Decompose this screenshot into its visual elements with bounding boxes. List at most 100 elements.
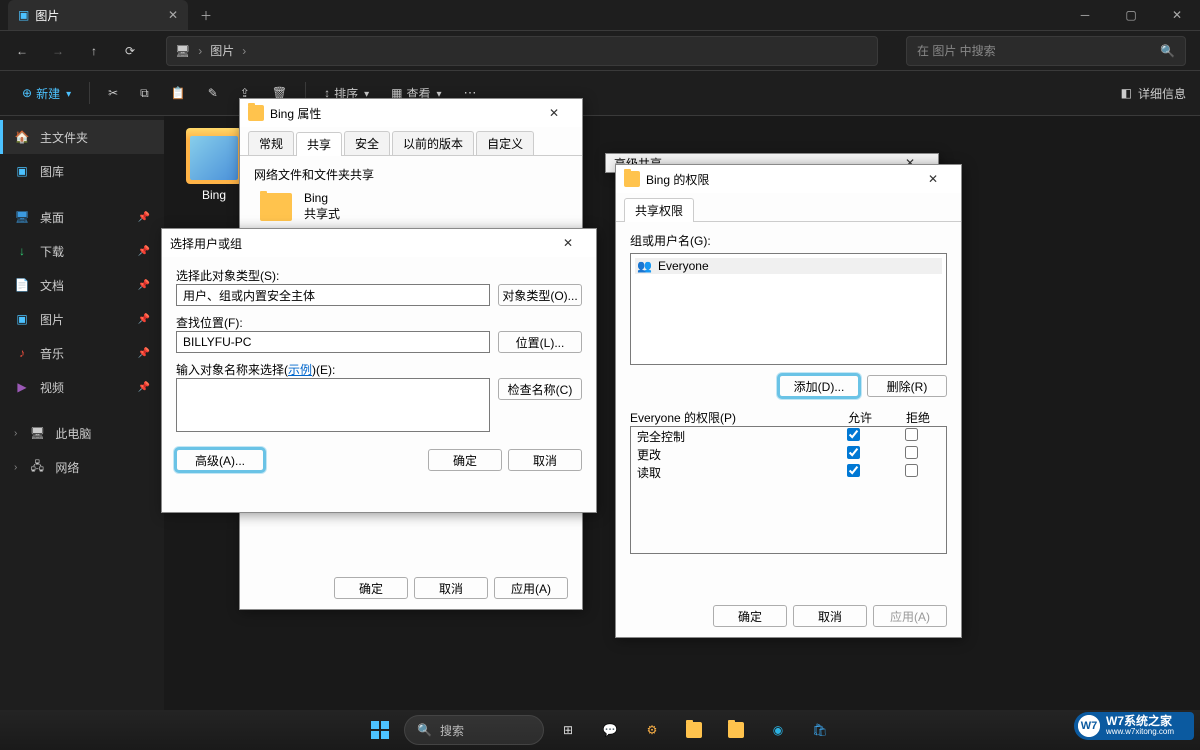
pictures-icon: ▣ xyxy=(18,8,29,22)
cancel-button[interactable]: 取消 xyxy=(508,449,582,471)
taskbar-store[interactable]: 🛍 xyxy=(802,712,838,748)
pc-icon: 🖥 xyxy=(175,44,190,58)
permission-row: 更改 xyxy=(631,445,946,463)
pin-icon: 📌 xyxy=(138,212,150,223)
tab-general[interactable]: 常规 xyxy=(248,131,294,155)
object-names-input[interactable] xyxy=(176,378,490,432)
sidebar-item-music[interactable]: ♪音乐📌 xyxy=(0,336,164,370)
location-label: 查找位置(F): xyxy=(176,316,243,330)
sidebar-item-thispc[interactable]: ›🖥此电脑 xyxy=(0,416,164,450)
close-button[interactable]: ✕ xyxy=(1154,0,1200,30)
breadcrumb-segment[interactable]: 图片 xyxy=(210,42,234,59)
object-types-button[interactable]: 对象类型(O)... xyxy=(498,284,582,306)
advanced-button[interactable]: 高级(A)... xyxy=(176,449,264,471)
tab-close-icon[interactable]: ✕ xyxy=(168,8,178,22)
copy-button[interactable]: ⧉ xyxy=(132,80,157,107)
object-type-field[interactable] xyxy=(176,284,490,306)
taskbar-app[interactable]: 💬 xyxy=(592,712,628,748)
taskbar-edge[interactable]: ◉ xyxy=(760,712,796,748)
taskbar-app[interactable] xyxy=(718,712,754,748)
up-button[interactable]: ↑ xyxy=(86,44,102,58)
pin-icon: 📌 xyxy=(138,314,150,325)
tab-sharing[interactable]: 共享 xyxy=(296,132,342,156)
close-icon[interactable]: ✕ xyxy=(913,165,953,193)
allow-checkbox[interactable] xyxy=(847,428,860,441)
taskbar-search-label: 搜索 xyxy=(440,722,464,739)
permissions-for-label: Everyone 的权限(P) xyxy=(630,409,831,426)
taskbar-app[interactable]: ⚙ xyxy=(634,712,670,748)
paste-button[interactable]: 📋 xyxy=(163,80,194,106)
check-names-button[interactable]: 检查名称(C) xyxy=(498,378,582,400)
sidebar-item-network[interactable]: ›🖧网络 xyxy=(0,450,164,484)
sidebar-item-pictures[interactable]: ▣图片📌 xyxy=(0,302,164,336)
deny-checkbox[interactable] xyxy=(905,428,918,441)
sidebar-item-desktop[interactable]: 🖥桌面📌 xyxy=(0,200,164,234)
permission-row: 读取 xyxy=(631,463,946,481)
tab-share-permissions[interactable]: 共享权限 xyxy=(624,198,694,222)
start-button[interactable] xyxy=(362,712,398,748)
search-box[interactable]: 在 图片 中搜索 🔍 xyxy=(906,36,1186,66)
ok-button[interactable]: 确定 xyxy=(428,449,502,471)
cut-icon: ✂ xyxy=(108,86,118,100)
video-icon: ▶ xyxy=(14,379,30,395)
users-icon: 👥 xyxy=(637,259,652,273)
sidebar-item-videos[interactable]: ▶视频📌 xyxy=(0,370,164,404)
cancel-button[interactable]: 取消 xyxy=(414,577,488,599)
close-icon[interactable]: ✕ xyxy=(548,229,588,257)
apply-button[interactable]: 应用(A) xyxy=(494,577,568,599)
task-view-button[interactable]: ⊞ xyxy=(550,712,586,748)
allow-checkbox[interactable] xyxy=(847,464,860,477)
maximize-button[interactable]: ▢ xyxy=(1108,0,1154,30)
user-item[interactable]: 👥 Everyone xyxy=(635,258,942,274)
explorer-tab[interactable]: ▣ 图片 ✕ xyxy=(8,0,188,30)
home-icon: 🏠 xyxy=(14,129,30,145)
sidebar: 🏠主文件夹 ▣图库 🖥桌面📌 ↓下载📌 📄文档📌 ▣图片📌 ♪音乐📌 ▶视频📌 … xyxy=(0,116,164,724)
select-users-dialog: 选择用户或组 ✕ 选择此对象类型(S): 对象类型(O)... 查找位置(F):… xyxy=(161,228,597,513)
folder-icon xyxy=(260,193,292,221)
sidebar-item-home[interactable]: 🏠主文件夹 xyxy=(0,120,164,154)
deny-checkbox[interactable] xyxy=(905,464,918,477)
ok-button[interactable]: 确定 xyxy=(713,605,787,627)
forward-button[interactable]: → xyxy=(50,44,66,58)
titlebar: ▣ 图片 ✕ ＋ ─ ▢ ✕ xyxy=(0,0,1200,30)
download-icon: ↓ xyxy=(14,243,30,259)
taskbar-explorer[interactable] xyxy=(676,712,712,748)
dialog-buttons: 确定 取消 应用(A) xyxy=(240,567,582,609)
sidebar-item-downloads[interactable]: ↓下载📌 xyxy=(0,234,164,268)
new-tab-button[interactable]: ＋ xyxy=(188,7,224,24)
close-icon[interactable]: ✕ xyxy=(534,99,574,127)
sidebar-item-documents[interactable]: 📄文档📌 xyxy=(0,268,164,302)
dialog-titlebar[interactable]: Bing 属性 ✕ xyxy=(240,99,582,127)
sidebar-item-gallery[interactable]: ▣图库 xyxy=(0,154,164,188)
permissions-list: 完全控制 更改 读取 xyxy=(630,426,947,554)
taskbar: 🔍 搜索 ⊞ 💬 ⚙ ◉ 🛍 ˄ 中 拼 xyxy=(0,710,1200,750)
tab-previous-versions[interactable]: 以前的版本 xyxy=(392,131,474,155)
minimize-button[interactable]: ─ xyxy=(1062,0,1108,30)
tab-customize[interactable]: 自定义 xyxy=(476,131,534,155)
new-button[interactable]: ⊕ 新建 xyxy=(14,79,79,108)
dialog-titlebar[interactable]: 选择用户或组 ✕ xyxy=(162,229,596,257)
apply-button[interactable]: 应用(A) xyxy=(873,605,947,627)
deny-checkbox[interactable] xyxy=(905,446,918,459)
ok-button[interactable]: 确定 xyxy=(334,577,408,599)
permissions-dialog: Bing 的权限 ✕ 共享权限 组或用户名(G): 👥 Everyone 添加(… xyxy=(615,164,962,638)
users-listbox[interactable]: 👥 Everyone xyxy=(630,253,947,365)
details-pane-button[interactable]: ◧ 详细信息 xyxy=(1121,85,1186,102)
refresh-button[interactable]: ⟳ xyxy=(122,44,138,58)
gallery-icon: ▣ xyxy=(14,163,30,179)
address-bar[interactable]: 🖥 › 图片 › xyxy=(166,36,878,66)
examples-link[interactable]: 示例 xyxy=(288,363,312,377)
rename-button[interactable]: ✎ xyxy=(200,80,226,106)
allow-checkbox[interactable] xyxy=(847,446,860,459)
cut-button[interactable]: ✂ xyxy=(100,80,126,106)
pc-icon: 🖥 xyxy=(29,425,45,441)
dialog-titlebar[interactable]: Bing 的权限 ✕ xyxy=(616,165,961,193)
tab-security[interactable]: 安全 xyxy=(344,131,390,155)
remove-button[interactable]: 删除(R) xyxy=(867,375,947,397)
taskbar-search[interactable]: 🔍 搜索 xyxy=(404,715,544,745)
back-button[interactable]: ← xyxy=(14,44,30,58)
cancel-button[interactable]: 取消 xyxy=(793,605,867,627)
location-field[interactable] xyxy=(176,331,490,353)
locations-button[interactable]: 位置(L)... xyxy=(498,331,582,353)
add-button[interactable]: 添加(D)... xyxy=(779,375,859,397)
